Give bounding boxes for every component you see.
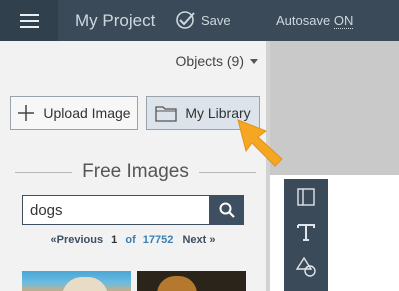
autosave-toggle[interactable]: Autosave ON xyxy=(276,13,354,29)
shapes-icon xyxy=(295,256,316,277)
autosave-state[interactable]: ON xyxy=(333,13,354,29)
sidebar: Objects (9) Upload Image My Library Free… xyxy=(0,41,266,291)
divider xyxy=(198,171,256,173)
free-images-header: Free Images xyxy=(15,160,256,184)
save-label: Save xyxy=(201,12,231,28)
free-images-title: Free Images xyxy=(82,161,189,182)
pagination: «Previous 1 of 17752 Next » xyxy=(0,234,266,246)
previous-page-link[interactable]: «Previous xyxy=(51,234,104,246)
folder-icon xyxy=(155,106,177,122)
current-page: 1 xyxy=(111,234,118,246)
next-page-link[interactable]: Next » xyxy=(182,234,215,246)
chevron-down-icon xyxy=(250,58,258,64)
save-button[interactable]: Save xyxy=(175,10,231,30)
layout-icon xyxy=(297,188,315,206)
upload-image-button[interactable]: Upload Image xyxy=(10,96,138,130)
image-thumbnail[interactable] xyxy=(22,271,131,291)
tool-text[interactable] xyxy=(291,217,321,247)
project-title[interactable]: My Project xyxy=(75,11,155,31)
tool-strip xyxy=(284,179,328,291)
search-input[interactable] xyxy=(22,195,210,225)
check-circle-icon xyxy=(176,11,195,29)
divider xyxy=(15,171,73,173)
dog-photo xyxy=(62,277,108,291)
search-icon xyxy=(219,202,235,218)
canvas-backdrop xyxy=(270,41,399,175)
total-pages: 17752 xyxy=(142,234,174,246)
menu-button[interactable] xyxy=(0,0,58,41)
objects-dropdown[interactable]: Objects (9) xyxy=(176,53,258,69)
dog-photo xyxy=(157,276,197,291)
text-icon xyxy=(297,224,315,241)
tool-shapes[interactable] xyxy=(291,252,321,282)
image-thumbnail[interactable] xyxy=(137,271,246,291)
tool-layout[interactable] xyxy=(291,182,321,212)
autosave-label: Autosave xyxy=(276,13,331,28)
objects-label: Objects (9) xyxy=(175,53,244,69)
top-bar: My Project Save Autosave ON xyxy=(0,0,399,41)
pointer-arrow-icon xyxy=(237,119,283,167)
page-of-label: of xyxy=(125,234,136,246)
search-button[interactable] xyxy=(210,195,244,225)
plus-icon xyxy=(18,105,35,121)
upload-image-label: Upload Image xyxy=(43,105,131,121)
